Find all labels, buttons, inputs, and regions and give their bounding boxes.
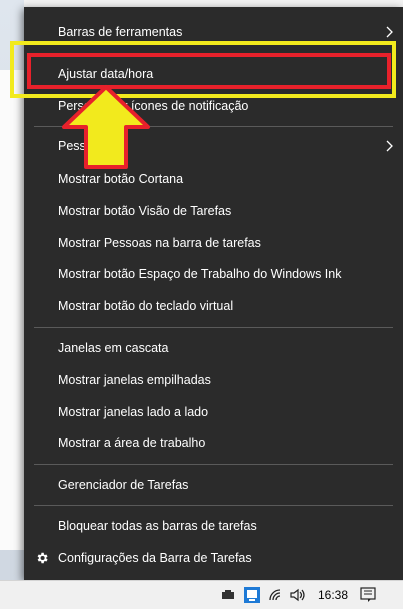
menu-item-show-people[interactable]: Mostrar Pessoas na barra de tarefas bbox=[24, 229, 403, 257]
chevron-right-icon bbox=[383, 25, 397, 39]
menu-item-label: Bloquear todas as barras de tarefas bbox=[58, 519, 257, 533]
menu-item-label: Janelas em cascata bbox=[58, 341, 169, 355]
menu-separator bbox=[34, 464, 393, 465]
menu-item-label: Mostrar botão Espaço de Trabalho do Wind… bbox=[58, 267, 342, 281]
menu-item-lock-taskbars[interactable]: Bloquear todas as barras de tarefas bbox=[24, 512, 403, 540]
menu-separator bbox=[34, 327, 393, 328]
menu-item-label: Mostrar janelas empilhadas bbox=[58, 373, 211, 387]
menu-item-label: Gerenciador de Tarefas bbox=[58, 478, 189, 492]
menu-separator bbox=[34, 505, 393, 506]
menu-item-label: Mostrar janelas lado a lado bbox=[58, 405, 209, 419]
wifi-icon[interactable] bbox=[268, 587, 284, 603]
menu-item-label: Mostrar botão do teclado virtual bbox=[58, 299, 234, 313]
menu-item-show-desktop[interactable]: Mostrar a área de trabalho bbox=[24, 429, 403, 457]
menu-item-label: Mostrar Pessoas na barra de tarefas bbox=[58, 236, 261, 250]
arrow-up-icon bbox=[62, 85, 150, 169]
taskbar: 16:38 bbox=[0, 580, 403, 609]
background-window bbox=[0, 70, 24, 550]
menu-item-show-ink-workspace[interactable]: Mostrar botão Espaço de Trabalho do Wind… bbox=[24, 260, 403, 288]
notification-center-icon[interactable] bbox=[360, 587, 378, 603]
menu-item-taskbar-settings[interactable]: Configurações da Barra de Tarefas bbox=[24, 544, 403, 572]
chevron-right-icon bbox=[383, 139, 397, 153]
clock-time[interactable]: 16:38 bbox=[318, 588, 348, 602]
menu-item-stacked-windows[interactable]: Mostrar janelas empilhadas bbox=[24, 366, 403, 394]
menu-item-label: Mostrar a área de trabalho bbox=[58, 436, 206, 450]
menu-item-side-by-side-windows[interactable]: Mostrar janelas lado a lado bbox=[24, 398, 403, 426]
menu-item-show-task-view[interactable]: Mostrar botão Visão de Tarefas bbox=[24, 197, 403, 225]
app-tray-icon[interactable] bbox=[244, 587, 260, 603]
menu-item-cascade-windows[interactable]: Janelas em cascata bbox=[24, 334, 403, 362]
menu-item-label: Mostrar botão Visão de Tarefas bbox=[58, 204, 232, 218]
menu-item-label: Mostrar botão Cortana bbox=[58, 172, 184, 186]
menu-item-label: Barras de ferramentas bbox=[58, 25, 183, 39]
menu-item-show-touch-keyboard[interactable]: Mostrar botão do teclado virtual bbox=[24, 292, 403, 320]
gear-icon bbox=[34, 550, 50, 566]
menu-item-task-manager[interactable]: Gerenciador de Tarefas bbox=[24, 471, 403, 499]
volume-icon[interactable] bbox=[290, 587, 306, 603]
tray-overflow-icon[interactable] bbox=[220, 587, 236, 603]
menu-item-label: Configurações da Barra de Tarefas bbox=[58, 551, 252, 565]
